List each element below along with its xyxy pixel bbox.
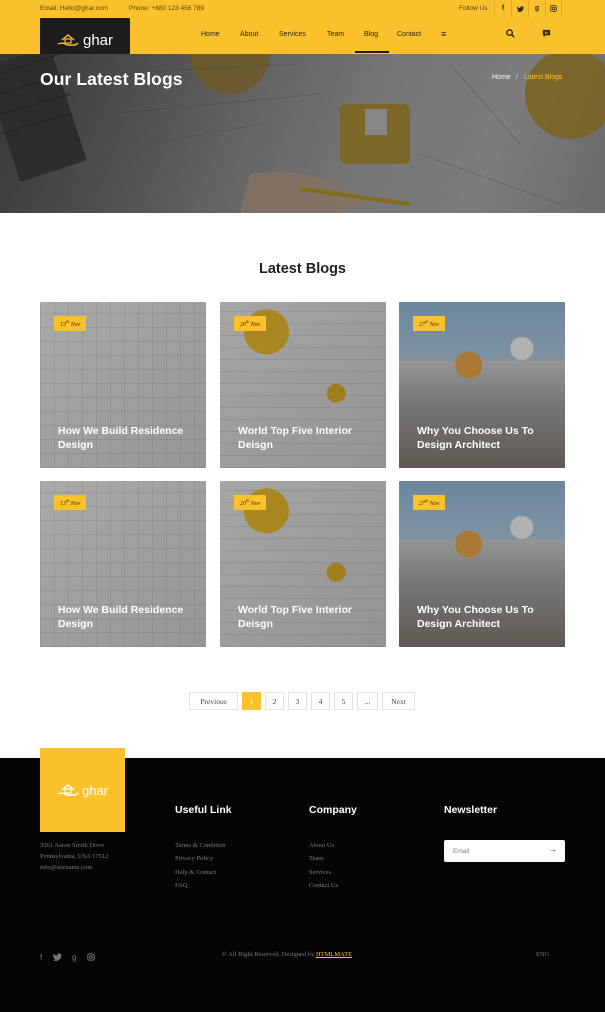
date-badge: 20th Nov xyxy=(234,316,267,331)
logo-text: ghar xyxy=(82,31,114,49)
blog-card[interactable]: 13th Nov How We Build Residence Design xyxy=(40,302,206,468)
search-icon[interactable] xyxy=(506,29,515,40)
blog-card[interactable]: 13th Nov How We Build Residence Design xyxy=(40,481,206,647)
follow-us-label: Follow Us : xyxy=(459,5,492,12)
footer-logo[interactable]: ghar xyxy=(40,748,125,832)
language-selector[interactable]: ENG xyxy=(536,951,549,958)
useful-link-heading: Useful Link xyxy=(175,804,232,816)
date-badge: 13th Nov xyxy=(54,316,87,331)
footer-address-line: Pennsylvania, USA 17512 xyxy=(40,853,109,860)
footer-link[interactable]: Team xyxy=(309,855,323,862)
topbar-email[interactable]: Email: Hello@ghar.com xyxy=(40,5,108,12)
twitter-icon[interactable] xyxy=(511,0,528,17)
nav-team[interactable]: Team xyxy=(327,31,344,38)
pagination-page-1[interactable]: 1 xyxy=(242,692,261,710)
newsletter-email-input[interactable] xyxy=(444,840,544,862)
section-title: Latest Blogs xyxy=(258,261,346,277)
footer-link[interactable]: FAQ xyxy=(175,882,188,889)
footer-address-line: 3561 Aaron Smith Drive xyxy=(40,842,105,849)
arrow-right-icon[interactable]: → xyxy=(549,845,557,854)
top-bar: Email: Hello@ghar.com Phone: +880 123 45… xyxy=(0,0,605,17)
newsletter-form: → xyxy=(444,840,565,862)
footer-logo-text: ghar xyxy=(81,782,109,798)
blog-card-title[interactable]: Why You Choose Us To Design Architect xyxy=(417,603,557,631)
nav-active-indicator xyxy=(355,51,389,53)
blog-card[interactable]: 27th Nov Why You Choose Us To Design Arc… xyxy=(399,302,565,468)
pagination-page-5[interactable]: 5 xyxy=(334,692,353,710)
footer-link[interactable]: Contact Us xyxy=(309,882,338,889)
page-title: Our Latest Blogs xyxy=(40,69,183,89)
breadcrumb-home[interactable]: Home xyxy=(492,74,511,81)
google-plus-icon[interactable]: g xyxy=(528,0,545,17)
nav-contact[interactable]: Contact xyxy=(397,31,421,38)
breadcrumb-separator: / xyxy=(516,74,518,81)
pagination-page-3[interactable]: 3 xyxy=(288,692,307,710)
nav-blog[interactable]: Blog xyxy=(364,31,378,38)
date-badge: 13th Nov xyxy=(54,495,87,510)
blog-card-title[interactable]: Why You Choose Us To Design Architect xyxy=(417,424,557,452)
house-hand-icon xyxy=(57,34,79,46)
instagram-icon[interactable] xyxy=(87,953,95,963)
pagination-next[interactable]: Next xyxy=(382,692,415,710)
company-heading: Company xyxy=(309,804,357,816)
topbar-phone[interactable]: Phone: +880 123 456 789 xyxy=(129,5,204,12)
house-hand-icon xyxy=(57,784,79,796)
facebook-icon[interactable]: f xyxy=(494,0,511,17)
date-badge: 27th Nov xyxy=(413,316,446,331)
blog-card[interactable]: 20th Nov World Top Five Interior Deisgn xyxy=(220,302,386,468)
nav-about[interactable]: About xyxy=(240,31,258,38)
date-badge: 20th Nov xyxy=(234,495,267,510)
footer-email[interactable]: info@sitename.com xyxy=(40,864,92,871)
footer-link[interactable]: Terms & Condition xyxy=(175,842,225,849)
breadcrumb-current: Latest Blogs xyxy=(524,74,563,81)
facebook-icon[interactable]: f xyxy=(40,953,42,962)
footer-link[interactable]: Privacy Policy xyxy=(175,855,213,862)
menu-icon[interactable]: ≡ xyxy=(441,29,446,39)
google-plus-icon[interactable]: g xyxy=(72,953,76,962)
pagination-ellipsis[interactable]: ... xyxy=(357,692,378,710)
pagination-page-2[interactable]: 2 xyxy=(265,692,284,710)
date-badge: 27th Nov xyxy=(413,495,446,510)
pagination-previous[interactable]: Previous xyxy=(189,692,238,710)
pagination-page-4[interactable]: 4 xyxy=(311,692,330,710)
newsletter-heading: Newsletter xyxy=(444,804,498,816)
blog-card-title[interactable]: World Top Five Interior Deisgn xyxy=(238,603,378,631)
blog-card-title[interactable]: World Top Five Interior Deisgn xyxy=(238,424,378,452)
nav-home[interactable]: Home xyxy=(201,31,220,38)
blog-card[interactable]: 20th Nov World Top Five Interior Deisgn xyxy=(220,481,386,647)
footer-link[interactable]: Services xyxy=(309,869,331,876)
blog-card-title[interactable]: How We Build Residence Design xyxy=(58,603,198,631)
copyright-text: © All Right Reserved. Designed by xyxy=(222,951,315,958)
nav-services[interactable]: Services xyxy=(279,31,306,38)
instagram-icon[interactable] xyxy=(545,0,562,17)
twitter-icon[interactable] xyxy=(53,953,62,963)
footer-link[interactable]: Help & Contact xyxy=(175,869,216,876)
copyright: © All Right Reserved. Designed by HTMLMA… xyxy=(222,951,352,958)
designer-link[interactable]: HTMLMATE xyxy=(316,951,352,958)
blog-card-title[interactable]: How We Build Residence Design xyxy=(58,424,198,452)
chat-icon[interactable] xyxy=(542,29,551,40)
footer-link[interactable]: About Us xyxy=(309,842,334,849)
blog-card[interactable]: 27th Nov Why You Choose Us To Design Arc… xyxy=(399,481,565,647)
